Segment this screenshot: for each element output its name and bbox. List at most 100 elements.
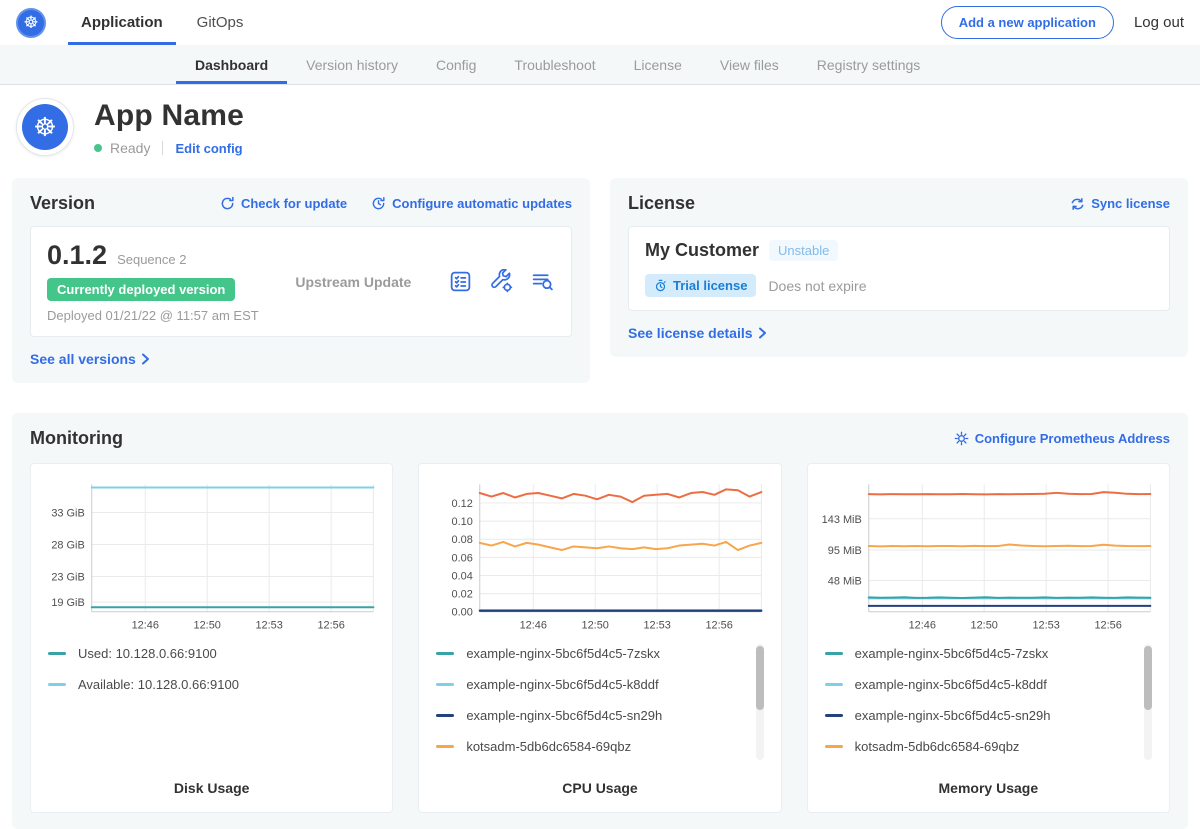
- svg-text:0.02: 0.02: [452, 589, 473, 601]
- version-card-title: Version: [30, 193, 95, 214]
- configure-prometheus-label: Configure Prometheus Address: [975, 431, 1170, 446]
- svg-text:95 MiB: 95 MiB: [827, 545, 861, 557]
- legend-item: Available: 10.128.0.66:9100: [48, 677, 375, 692]
- monitoring-title: Monitoring: [30, 428, 123, 449]
- sync-license-label: Sync license: [1091, 196, 1170, 211]
- legend-label: example-nginx-5bc6f5d4c5-7zskx: [466, 646, 660, 661]
- top-navbar: ☸ ApplicationGitOps Add a new applicatio…: [0, 0, 1200, 45]
- deployed-timestamp: Deployed 01/21/22 @ 11:57 am EST: [47, 308, 259, 323]
- version-card: Version Check for update Configure autom…: [12, 178, 590, 383]
- legend-label: Available: 10.128.0.66:9100: [78, 677, 239, 692]
- page-title: App Name: [94, 99, 244, 133]
- edit-config-link[interactable]: Edit config: [175, 141, 242, 156]
- topnav-tab-gitops[interactable]: GitOps: [184, 0, 257, 45]
- svg-text:19 GiB: 19 GiB: [51, 597, 84, 609]
- tab-config[interactable]: Config: [417, 45, 495, 84]
- view-logs-icon[interactable]: [530, 269, 555, 294]
- legend-item: example-nginx-5bc6f5d4c5-7zskx: [436, 646, 763, 661]
- memory-usage-chart: 48 MiB95 MiB143 MiB12:4612:5012:5312:56: [819, 476, 1158, 636]
- legend-label: kotsadm-5db6dc6584-69qbz: [855, 739, 1020, 754]
- svg-text:12:53: 12:53: [1032, 620, 1059, 632]
- add-application-button[interactable]: Add a new application: [941, 6, 1114, 39]
- legend-label: example-nginx-5bc6f5d4c5-sn29h: [466, 708, 662, 723]
- configure-prometheus-link[interactable]: Configure Prometheus Address: [954, 431, 1170, 446]
- svg-text:23 GiB: 23 GiB: [51, 572, 84, 584]
- legend-swatch: [825, 745, 843, 748]
- legend-scrollbar-thumb[interactable]: [756, 646, 764, 710]
- svg-text:12:53: 12:53: [255, 620, 282, 632]
- see-license-details-link[interactable]: See license details: [628, 325, 1170, 341]
- svg-text:12:46: 12:46: [908, 620, 935, 632]
- release-notes-icon[interactable]: [448, 269, 473, 294]
- memory-usage-legend: example-nginx-5bc6f5d4c5-7zskx example-ng…: [825, 646, 1152, 770]
- version-source: Upstream Update: [259, 274, 448, 290]
- stopwatch-icon: [654, 279, 667, 292]
- svg-text:12:46: 12:46: [520, 620, 547, 632]
- legend-label: example-nginx-5bc6f5d4c5-7zskx: [855, 646, 1049, 661]
- tab-troubleshoot[interactable]: Troubleshoot: [495, 45, 614, 84]
- svg-text:28 GiB: 28 GiB: [51, 539, 84, 551]
- configure-automatic-updates-label: Configure automatic updates: [392, 196, 572, 211]
- tab-version-history[interactable]: Version history: [287, 45, 417, 84]
- kubernetes-logo-icon[interactable]: ☸: [16, 8, 46, 38]
- app-icon: ☸: [16, 98, 74, 156]
- legend-swatch: [436, 683, 454, 686]
- svg-text:12:53: 12:53: [644, 620, 671, 632]
- legend-item: example-nginx-5bc6f5d4c5-k8ddf: [825, 677, 1152, 692]
- channel-badge: Unstable: [769, 240, 838, 261]
- tab-registry-settings[interactable]: Registry settings: [798, 45, 939, 84]
- svg-text:0.08: 0.08: [452, 534, 473, 546]
- legend-item: kotsadm-5db6dc6584-69qbz: [436, 739, 763, 754]
- gear-icon: [954, 431, 969, 446]
- svg-text:0.12: 0.12: [452, 498, 473, 510]
- license-type-badge: Trial license: [645, 274, 756, 297]
- sync-license-link[interactable]: Sync license: [1070, 196, 1170, 211]
- topnav-tab-application[interactable]: Application: [68, 0, 176, 45]
- legend-swatch: [436, 652, 454, 655]
- svg-text:12:56: 12:56: [706, 620, 733, 632]
- license-expiration: Does not expire: [768, 278, 866, 294]
- legend-scrollbar-track[interactable]: [1144, 644, 1152, 760]
- legend-label: example-nginx-5bc6f5d4c5-k8ddf: [855, 677, 1047, 692]
- legend-item: example-nginx-5bc6f5d4c5-k8ddf: [436, 677, 763, 692]
- memory-usage-title: Memory Usage: [819, 780, 1158, 796]
- legend-swatch: [436, 745, 454, 748]
- cpu-usage-legend: example-nginx-5bc6f5d4c5-7zskx example-ng…: [436, 646, 763, 770]
- app-status-text: Ready: [110, 140, 150, 156]
- license-type-label: Trial license: [673, 278, 747, 293]
- disk-usage-title: Disk Usage: [42, 780, 381, 796]
- logout-link[interactable]: Log out: [1134, 14, 1184, 31]
- clock-refresh-icon: [371, 196, 386, 211]
- svg-text:143 MiB: 143 MiB: [821, 514, 861, 526]
- kubernetes-app-icon: ☸: [22, 104, 68, 150]
- app-subnav: DashboardVersion historyConfigTroublesho…: [0, 45, 1200, 85]
- legend-item: example-nginx-5bc6f5d4c5-sn29h: [825, 708, 1152, 723]
- legend-scrollbar-thumb[interactable]: [1144, 646, 1152, 710]
- main-content: Version Check for update Configure autom…: [0, 170, 1200, 829]
- legend-scrollbar-track[interactable]: [756, 644, 764, 760]
- legend-label: kotsadm-5db6dc6584-69qbz: [466, 739, 631, 754]
- deployed-version-badge: Currently deployed version: [47, 278, 235, 301]
- svg-text:0.10: 0.10: [452, 516, 473, 528]
- legend-item: example-nginx-5bc6f5d4c5-sn29h: [436, 708, 763, 723]
- legend-swatch: [436, 714, 454, 717]
- memory-usage-card: 48 MiB95 MiB143 MiB12:4612:5012:5312:56e…: [807, 463, 1170, 813]
- tab-license[interactable]: License: [615, 45, 701, 84]
- tab-dashboard[interactable]: Dashboard: [176, 45, 287, 84]
- check-for-update-link[interactable]: Check for update: [220, 196, 347, 211]
- configure-automatic-updates-link[interactable]: Configure automatic updates: [371, 196, 572, 211]
- tab-view-files[interactable]: View files: [701, 45, 798, 84]
- config-wrench-icon[interactable]: [489, 269, 514, 294]
- cpu-usage-title: CPU Usage: [430, 780, 769, 796]
- cpu-usage-chart: 0.000.020.040.060.080.100.1212:4612:5012…: [430, 476, 769, 636]
- see-all-versions-link[interactable]: See all versions: [30, 351, 572, 367]
- check-for-update-label: Check for update: [241, 196, 347, 211]
- svg-text:12:50: 12:50: [194, 620, 221, 632]
- see-all-versions-label: See all versions: [30, 351, 136, 367]
- kubernetes-wheel-glyph: ☸: [23, 13, 38, 33]
- legend-label: Used: 10.128.0.66:9100: [78, 646, 217, 661]
- legend-label: example-nginx-5bc6f5d4c5-sn29h: [855, 708, 1051, 723]
- current-version-panel: 0.1.2 Sequence 2 Currently deployed vers…: [30, 226, 572, 337]
- legend-swatch: [825, 714, 843, 717]
- svg-text:33 GiB: 33 GiB: [51, 507, 84, 519]
